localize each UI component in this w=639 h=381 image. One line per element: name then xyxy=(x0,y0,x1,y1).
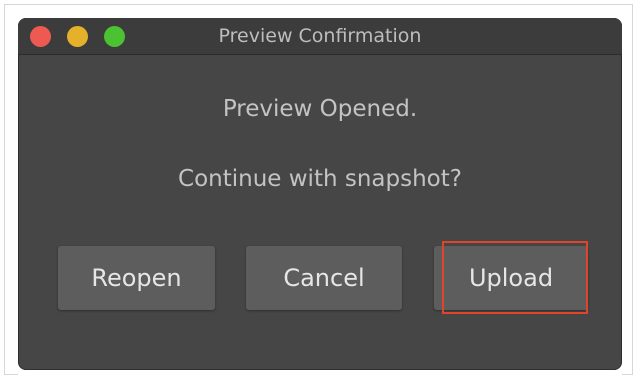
window-title: Preview Confirmation xyxy=(218,25,422,47)
dialog-message: Preview Opened. xyxy=(222,96,418,122)
bottom-strip xyxy=(18,370,622,375)
dialog-question: Continue with snapshot? xyxy=(178,166,462,192)
title-bar: Preview Confirmation xyxy=(18,18,622,55)
upload-button[interactable]: Upload xyxy=(434,246,588,310)
cancel-button[interactable]: Cancel xyxy=(246,246,402,310)
dialog-window: Preview Confirmation Preview Opened. Con… xyxy=(18,18,622,370)
reopen-button[interactable]: Reopen xyxy=(58,246,215,310)
